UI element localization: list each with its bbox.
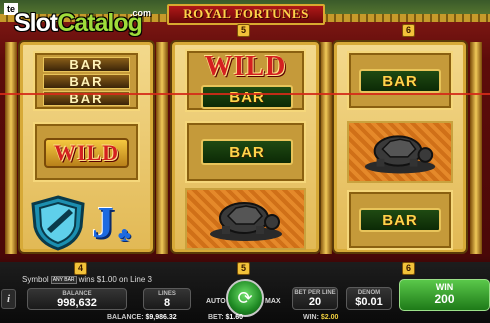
- line-badge-bottom-mid: 5: [237, 262, 250, 275]
- any-bar-icon: ANY BAR: [50, 275, 77, 284]
- win-display: WIN 200: [399, 279, 490, 311]
- turtle-tile: [347, 121, 453, 183]
- win-line: [0, 93, 490, 95]
- bar-symbol: BAR: [43, 74, 130, 89]
- wild-symbol: WILD: [53, 140, 120, 165]
- game-title: ROYAL FORTUNES: [183, 6, 309, 21]
- win-message: Symbol ANY BAR wins $1.00 on Line 3: [22, 275, 152, 284]
- bar-symbol: BAR: [201, 139, 293, 165]
- max-bet-button[interactable]: MAX: [265, 298, 281, 305]
- bar-tile: BAR: [347, 190, 453, 250]
- reel-1: BAR BAR BAR WILD J ♣: [20, 42, 153, 252]
- turtle-icon: [209, 202, 282, 241]
- bar-symbol: BAR: [201, 85, 293, 109]
- line-badge-bottom-left: 4: [74, 262, 87, 275]
- bar-tile: BAR: [347, 51, 453, 110]
- info-button[interactable]: i: [1, 289, 16, 309]
- jack-clubs-icon: J ♣: [73, 193, 133, 251]
- bar-symbol: BAR: [359, 208, 441, 232]
- line-badge-top-right: 6: [402, 24, 415, 37]
- denomination-selector[interactable]: DENOM $0.01: [346, 287, 392, 310]
- pillar: [470, 42, 482, 254]
- line-badge-bottom-right: 6: [402, 262, 415, 275]
- pillar: [320, 42, 332, 254]
- footer-win: WIN: $2.00: [303, 314, 339, 321]
- bar-tile: BAR: [185, 121, 306, 183]
- footer-bet: BET: $1.60: [208, 314, 244, 321]
- spin-icon: ⟳: [237, 287, 253, 308]
- wild-symbol: WILD: [204, 51, 287, 82]
- auto-button[interactable]: AUTO: [206, 298, 226, 305]
- balance-display: BALANCE 998,632: [27, 288, 127, 310]
- jack-letter: J: [92, 197, 114, 247]
- bar-symbol: BAR: [43, 57, 130, 72]
- wild-tile: WILD: [33, 122, 140, 182]
- pillar: [5, 42, 17, 254]
- bar-symbol: BAR: [359, 69, 441, 93]
- turtle-icon: [364, 135, 436, 174]
- logo-com: .com: [130, 8, 152, 18]
- footer-balance: BALANCE: $9,986.32: [107, 314, 177, 321]
- bar-stack-tile: BAR BAR BAR: [33, 51, 140, 111]
- wild-bar-tile: WILD BAR: [185, 49, 306, 112]
- lines-selector[interactable]: LINES 8: [143, 288, 191, 310]
- bet-per-line-selector[interactable]: BET PER LINE 20: [292, 287, 338, 310]
- reel-2: WILD BAR BAR: [172, 42, 319, 252]
- reel-3: BAR BAR: [334, 42, 466, 252]
- turtle-tile: [185, 188, 306, 250]
- logo-text: SlotCatalog: [14, 9, 143, 37]
- club-icon: ♣: [117, 224, 131, 246]
- game-title-banner: ROYAL FORTUNES: [167, 4, 325, 25]
- line-badge-top-mid: 5: [237, 24, 250, 37]
- pillar: [156, 42, 168, 254]
